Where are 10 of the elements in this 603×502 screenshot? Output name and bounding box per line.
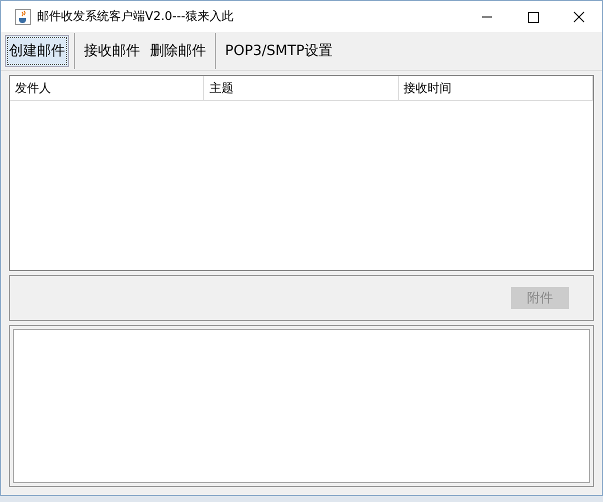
toolbar-button[interactable]: 创建邮件 <box>5 35 69 67</box>
mail-table[interactable]: 发件人 主题 接收时间 <box>9 75 594 271</box>
toolbar-button[interactable]: POP3/SMTP设置 <box>221 35 336 67</box>
column-header[interactable]: 主题 <box>204 76 399 100</box>
toolbar-button[interactable]: 接收邮件 <box>80 35 144 67</box>
column-header[interactable]: 发件人 <box>10 76 204 100</box>
toolbar-button[interactable]: 删除邮件 <box>146 35 210 67</box>
java-cup-icon <box>15 8 31 24</box>
column-header[interactable]: 接收时间 <box>398 76 593 100</box>
window-title: 邮件收发系统客户端V2.0---猿来入此 <box>37 8 234 25</box>
